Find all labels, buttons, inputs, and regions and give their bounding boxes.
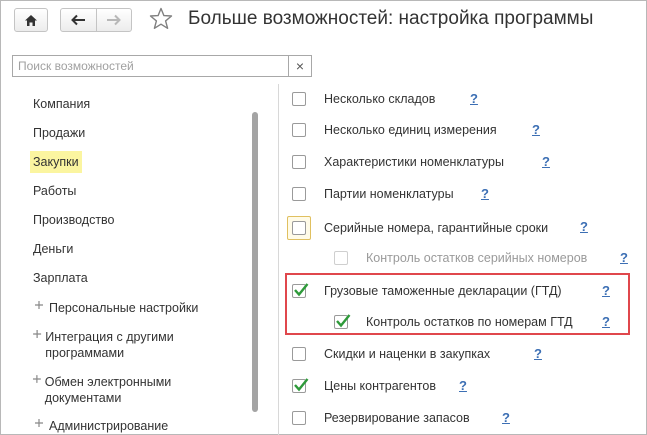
home-icon [25,14,37,26]
option-serial-numbers[interactable]: Серийные номера, гарантийные сроки [287,216,548,240]
sidebar-group-integration[interactable]: Интеграция с другими программами [32,326,202,361]
help-link[interactable]: ? [481,186,489,201]
option-item-characteristics[interactable]: Характеристики номенклатуры [292,152,504,172]
search-input[interactable] [13,56,289,76]
home-button[interactable] [14,8,48,32]
option-counterparty-prices[interactable]: Цены контрагентов [292,376,436,396]
help-link[interactable]: ? [620,250,628,265]
favorite-star-icon[interactable] [148,6,174,32]
expand-plus-icon[interactable] [32,300,46,310]
checkbox-checked[interactable] [292,378,309,393]
page-title: Больше возможностей: настройка программы [188,8,594,29]
checkbox[interactable] [334,251,348,265]
arrow-left-icon [71,14,86,26]
checkbox[interactable] [292,123,306,137]
sidebar-item-purchases[interactable]: Закупки [30,151,82,173]
checkbox[interactable] [287,216,311,240]
forward-button[interactable] [96,9,131,31]
expand-plus-icon[interactable] [32,329,42,339]
help-link[interactable]: ? [534,346,542,361]
checkbox[interactable] [292,347,306,361]
search-box: × [12,55,312,77]
sidebar-item-company[interactable]: Компания [30,93,93,115]
expand-plus-icon[interactable] [32,374,42,384]
checkbox-box [292,221,306,235]
sidebar-item-works[interactable]: Работы [30,180,79,202]
checkbox-checked[interactable] [292,283,309,298]
help-link[interactable]: ? [602,283,610,298]
search-clear-button[interactable]: × [288,56,311,76]
option-item-batches[interactable]: Партии номенклатуры [292,184,454,204]
help-link[interactable]: ? [602,314,610,329]
expand-plus-icon[interactable] [32,418,46,428]
panel-divider [278,84,279,435]
help-link[interactable]: ? [532,122,540,137]
arrow-right-icon [106,14,121,26]
checkbox-checked[interactable] [334,314,351,329]
sidebar-scrollbar[interactable] [252,112,258,412]
option-customs-declarations[interactable]: Грузовые таможенные декларации (ГТД) [292,281,562,301]
sidebar-item-salary[interactable]: Зарплата [30,267,91,289]
option-multiple-warehouses[interactable]: Несколько складов [292,89,435,109]
option-purchase-discounts[interactable]: Скидки и наценки в закупках [292,344,490,364]
sidebar-group-edo-exchange[interactable]: Обмен электронными документами [32,371,192,406]
checkmark-icon [336,314,351,328]
option-stock-reservation[interactable]: Резервирование запасов [292,408,470,428]
checkbox[interactable] [292,187,306,201]
option-multiple-units[interactable]: Несколько единиц измерения [292,120,497,140]
checkbox[interactable] [292,411,306,425]
help-link[interactable]: ? [580,219,588,234]
checkbox[interactable] [292,92,306,106]
help-link[interactable]: ? [542,154,550,169]
sidebar-item-money[interactable]: Деньги [30,238,76,260]
checkmark-icon [294,378,309,392]
sidebar-item-sales[interactable]: Продажи [30,122,88,144]
option-serial-balance-control[interactable]: Контроль остатков серийных номеров [334,248,587,268]
close-icon: × [295,58,305,74]
help-link[interactable]: ? [502,410,510,425]
help-link[interactable]: ? [459,378,467,393]
option-gtd-balance-control[interactable]: Контроль остатков по номерам ГТД [334,312,573,332]
checkmark-icon [294,283,309,297]
sidebar-group-administration[interactable]: Администрирование [32,415,171,434]
navigation-buttons [60,8,132,32]
sidebar-group-personal-settings[interactable]: Персональные настройки [32,297,201,316]
back-button[interactable] [61,9,96,31]
checkbox[interactable] [292,155,306,169]
sidebar-item-production[interactable]: Производство [30,209,118,231]
help-link[interactable]: ? [470,91,478,106]
